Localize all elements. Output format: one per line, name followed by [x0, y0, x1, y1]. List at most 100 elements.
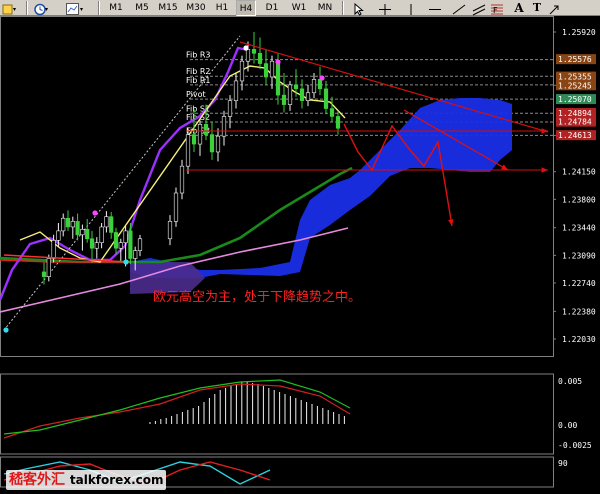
price-tag-0: 1.25576 [558, 55, 592, 64]
timeframe-w1-button[interactable]: W1 [288, 0, 310, 16]
candle-body [215, 135, 221, 153]
price-tick-label-8: 1.22380 [562, 307, 596, 316]
candle-body [245, 49, 251, 62]
price-tick-label-7: 1.22740 [562, 279, 596, 288]
candle-body [227, 100, 233, 117]
price-tag-6: 1.24613 [558, 131, 592, 140]
timeframe-d1-button[interactable]: D1 [262, 0, 282, 16]
marker-dot-3 [243, 45, 249, 51]
candle-body [109, 216, 114, 233]
candle-body [167, 221, 173, 240]
candle-body [173, 192, 179, 222]
candle-body [257, 53, 263, 64]
horizontal-line-icon[interactable] [428, 1, 442, 14]
label-icon[interactable]: T [530, 0, 544, 16]
forecast-arrowhead [448, 219, 454, 226]
fibonacci-icon[interactable]: F [490, 1, 504, 15]
dropdown-icon[interactable] [2, 1, 16, 15]
vertical-line-icon[interactable] [404, 1, 418, 15]
watermark-text: 嵇客外汇 [9, 472, 65, 488]
svg-text:F: F [493, 6, 498, 15]
price-tag-5: 1.24784 [558, 118, 592, 127]
histogram-signal-red [3, 383, 351, 439]
chart-canvas: Fib R3Fib R2Fib R1PivotFib S1Fib S2Fib S… [0, 16, 596, 488]
candle-body [209, 134, 215, 153]
price-tick-label-4: 1.23800 [562, 195, 596, 204]
analysis-annotation: 欧元高空为主，处于下降趋势之中。 [153, 290, 362, 305]
candle-body [287, 84, 293, 105]
price-tag-2: 1.25245 [558, 81, 592, 90]
candle-body [89, 238, 95, 249]
marker-dot-4 [275, 59, 281, 65]
candle-body [293, 84, 299, 90]
timeframe-m30-button[interactable]: M30 [184, 0, 208, 16]
price-tick-label-9: 1.22030 [562, 335, 596, 344]
text-icon[interactable]: A [512, 0, 526, 16]
candle-body [305, 92, 311, 101]
candle-body [56, 230, 61, 241]
candle-body [41, 271, 47, 277]
candle-body [104, 216, 109, 228]
candle-body [85, 229, 90, 240]
support-arrowhead-1 [541, 128, 548, 134]
candle-body [118, 242, 123, 249]
channel-icon[interactable] [472, 1, 486, 16]
oscillator-axis-label: 90 [558, 459, 568, 468]
histogram-axis-label-2: -0.0025 [558, 441, 592, 450]
timeframe-h4-button[interactable]: H4 [236, 0, 256, 16]
candle-body [263, 63, 269, 78]
chart-type-icon[interactable] [66, 1, 83, 15]
timeframe-mn-button[interactable]: MN [314, 0, 336, 16]
toolbar-separator [26, 1, 28, 15]
candle-body [113, 232, 119, 249]
histogram-axis-label-0: 0.005 [558, 377, 582, 386]
candle-body [299, 88, 305, 101]
marker-dot-2 [123, 259, 129, 265]
support-arrowhead-2 [541, 167, 548, 173]
trendline-icon[interactable] [452, 1, 466, 15]
cursor-icon[interactable] [352, 1, 366, 16]
toolbar-separator [342, 1, 344, 15]
candle-body [311, 79, 317, 94]
timeframe-m15-button[interactable]: M15 [156, 0, 180, 16]
candle-body [75, 221, 80, 236]
timeframe-m5-button[interactable]: M5 [132, 0, 152, 16]
candle-body [323, 88, 329, 109]
price-tick-label-5: 1.23440 [562, 224, 596, 233]
timeframe-m1-button[interactable]: M1 [106, 0, 126, 16]
crosshair-icon[interactable] [378, 1, 392, 15]
candle-body [46, 258, 51, 277]
candle-body [197, 124, 203, 145]
fib-label-3: Pivot [186, 90, 206, 99]
arrow-tool-icon[interactable] [548, 1, 562, 15]
candle-body [70, 221, 75, 228]
price-tick-label-0: 1.25920 [562, 28, 596, 37]
candle-body [51, 240, 56, 259]
candle-body [221, 116, 227, 137]
candle-body [239, 60, 245, 82]
marker-dot-0 [3, 327, 9, 333]
candle-body [65, 217, 71, 228]
candle-body [185, 134, 191, 167]
trading-terminal: M1 M5 M15 M30 H1 H4 D1 W1 MN F A T Fib R… [0, 0, 600, 494]
price-tag-4: 1.24894 [558, 109, 592, 118]
price-tag-1: 1.25355 [558, 73, 592, 82]
candle-body [128, 230, 133, 259]
marker-dot-1 [92, 210, 98, 216]
candle-body [133, 250, 138, 259]
timeframe-h1-button[interactable]: H1 [212, 0, 232, 16]
candle-body [99, 226, 104, 244]
fib-label-0: Fib R3 [186, 51, 211, 60]
price-tag-3: 1.25070 [558, 95, 592, 104]
marker-dot-5 [319, 75, 325, 81]
candle-body [251, 49, 257, 54]
candle-body [80, 229, 85, 236]
watermark-site: talkforex.com [69, 473, 164, 487]
fib-label-1: Fib R2 [186, 67, 211, 76]
histogram-signal-green [3, 379, 351, 435]
clock-icon[interactable] [34, 1, 48, 16]
candle-body [233, 80, 239, 101]
histogram-axis-label-1: 0.00 [558, 421, 577, 430]
resistance-trendline [239, 41, 549, 133]
price-tick-label-3: 1.24150 [562, 168, 596, 177]
